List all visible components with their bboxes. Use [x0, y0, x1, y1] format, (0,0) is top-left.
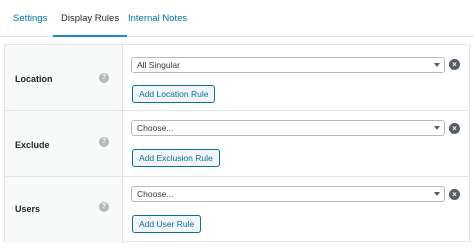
users-select[interactable]: Choose...: [131, 186, 445, 202]
chevron-down-icon: [434, 126, 440, 130]
close-circle-icon[interactable]: ×: [449, 59, 460, 70]
exclude-select[interactable]: Choose...: [131, 120, 445, 136]
chevron-down-icon: [434, 63, 440, 67]
close-circle-icon[interactable]: ×: [449, 123, 460, 134]
tab-settings[interactable]: Settings: [13, 0, 47, 37]
location-label-cell: Location ?: [5, 45, 123, 110]
add-exclusion-rule-button[interactable]: Add Exclusion Rule: [132, 149, 220, 167]
tab-internal-notes[interactable]: Internal Notes: [128, 0, 187, 37]
question-circle-icon[interactable]: ?: [99, 73, 109, 83]
add-user-rule-button[interactable]: Add User Rule: [132, 215, 202, 233]
exclude-label-cell: Exclude ?: [5, 111, 123, 176]
users-select-value: Choose...: [137, 189, 174, 199]
users-row: Users ? Choose... × Add User Rule: [5, 177, 469, 243]
add-location-rule-button[interactable]: Add Location Rule: [132, 85, 216, 103]
tab-display-rules[interactable]: Display Rules: [53, 0, 128, 37]
question-circle-icon[interactable]: ?: [99, 137, 109, 147]
question-circle-icon[interactable]: ?: [99, 202, 109, 212]
exclude-label: Exclude: [15, 140, 50, 150]
chevron-down-icon: [434, 192, 440, 196]
tab-bar: Settings Display Rules Internal Notes: [0, 0, 474, 37]
location-label: Location: [15, 74, 53, 84]
users-label-cell: Users ?: [5, 177, 123, 243]
users-label: Users: [15, 204, 41, 214]
location-select-value: All Singular: [137, 60, 180, 70]
location-select[interactable]: All Singular: [131, 57, 445, 73]
location-row: Location ? All Singular × Add Location R…: [5, 45, 469, 111]
display-rules-panel: Location ? All Singular × Add Location R…: [4, 44, 470, 243]
close-circle-icon[interactable]: ×: [449, 189, 460, 200]
exclude-select-value: Choose...: [137, 123, 174, 133]
exclude-row: Exclude ? Choose... × Add Exclusion Rule: [5, 111, 469, 177]
